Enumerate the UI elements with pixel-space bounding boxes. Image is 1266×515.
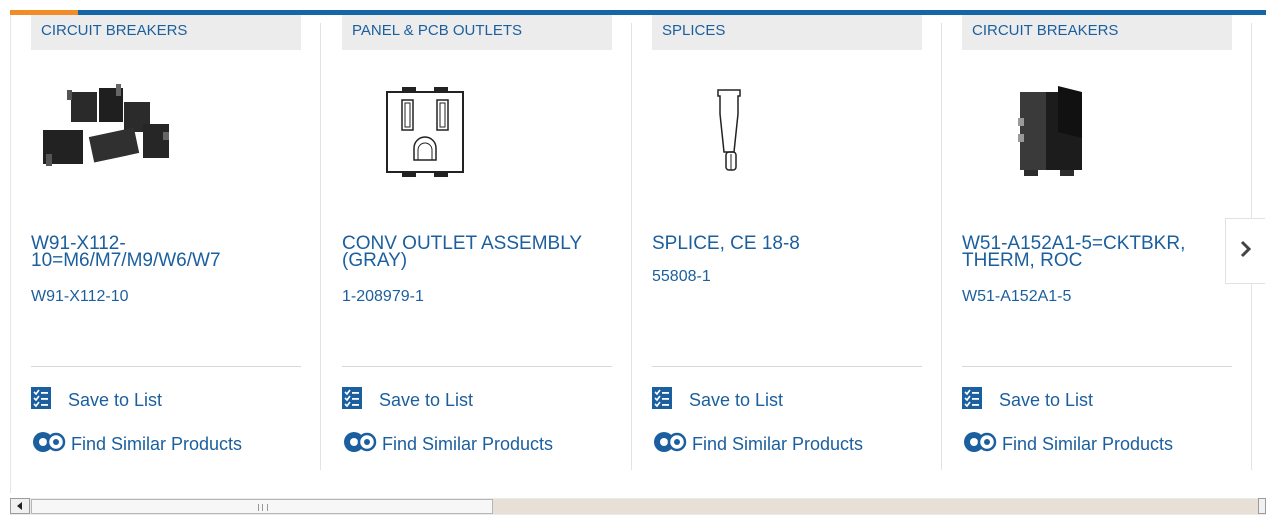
outlet-drawing [386,87,464,177]
find-similar-products-button[interactable]: Find Similar Products [962,431,1173,457]
chevron-right-icon [1239,240,1253,263]
gears-icon [31,430,67,459]
checklist-icon [962,386,982,414]
save-to-list-label: Save to List [68,389,163,410]
rocker-breaker-photo [1018,86,1082,176]
card-divider [342,366,612,367]
gears-icon [962,430,998,459]
checklist-icon [342,386,362,414]
save-to-list-button[interactable]: Save to List [652,386,784,414]
scroll-right-button[interactable] [1258,498,1266,514]
find-similar-products-button[interactable]: Find Similar Products [31,431,242,457]
card-divider [652,366,922,367]
splice-drawing [717,89,741,171]
find-similar-products-label: Find Similar Products [71,433,243,454]
scroll-left-button[interactable] [10,498,30,514]
product-card: CIRCUIT BREAKERS W91-X112-10=M6/M7/M9/W6… [11,15,321,470]
product-card: CIRCUIT BREAKERS W51-A152A1-5=CKTBKR, TH… [942,15,1252,470]
carousel-next-button[interactable] [1225,218,1265,284]
product-part-number[interactable]: 1-208979-1 [342,288,424,306]
product-title[interactable]: SPLICE, CE 18-8 [652,234,922,253]
save-to-list-label: Save to List [379,389,474,410]
horizontal-scrollbar[interactable] [10,498,1266,515]
gears-icon [652,430,688,459]
gears-icon [342,430,378,459]
product-category[interactable]: CIRCUIT BREAKERS [962,15,1232,50]
product-title[interactable]: W91-X112-10=M6/M7/M9/W6/W7 [31,234,301,270]
save-to-list-button[interactable]: Save to List [31,386,163,414]
find-similar-products-button[interactable]: Find Similar Products [652,431,863,457]
product-part-number[interactable]: 55808-1 [652,268,711,286]
scroll-left-arrow-icon [17,502,22,510]
checklist-icon [31,386,51,414]
save-to-list-button[interactable]: Save to List [342,386,474,414]
product-card: SPLICES SPLICE, CE 18-8 55808-1 Save to … [632,15,942,470]
find-similar-products-label: Find Similar Products [692,433,864,454]
product-category[interactable]: SPLICES [652,15,922,50]
scrollbar-track[interactable] [493,499,1266,514]
circuit-breakers-group-photo [43,84,169,166]
product-title[interactable]: W51-A152A1-5=CKTBKR, THERM, ROC [962,234,1232,270]
find-similar-products-button[interactable]: Find Similar Products [342,431,553,457]
product-carousel: CIRCUIT BREAKERS W91-X112-10=M6/M7/M9/W6… [10,15,1266,493]
product-category[interactable]: PANEL & PCB OUTLETS [342,15,612,50]
scrollbar-thumb[interactable] [31,499,493,514]
scrollbar-grip-icon [258,504,268,511]
product-part-number[interactable]: W91-X112-10 [31,288,129,306]
card-divider [31,366,301,367]
save-to-list-label: Save to List [999,389,1094,410]
find-similar-products-label: Find Similar Products [382,433,554,454]
product-image[interactable] [31,70,301,200]
find-similar-products-label: Find Similar Products [1002,433,1174,454]
product-part-number[interactable]: W51-A152A1-5 [962,288,1071,306]
product-category[interactable]: CIRCUIT BREAKERS [31,15,301,50]
checklist-icon [652,386,672,414]
card-divider [962,366,1232,367]
save-to-list-label: Save to List [689,389,784,410]
product-image[interactable] [342,70,612,200]
product-image[interactable] [652,70,922,200]
card-separator [320,23,321,470]
product-image[interactable] [962,70,1232,200]
product-title[interactable]: CONV OUTLET ASSEMBLY (GRAY) [342,234,612,270]
save-to-list-button[interactable]: Save to List [962,386,1094,414]
product-card: PANEL & PCB OUTLETS CONV OUTLET ASSEMBLY… [322,15,632,470]
